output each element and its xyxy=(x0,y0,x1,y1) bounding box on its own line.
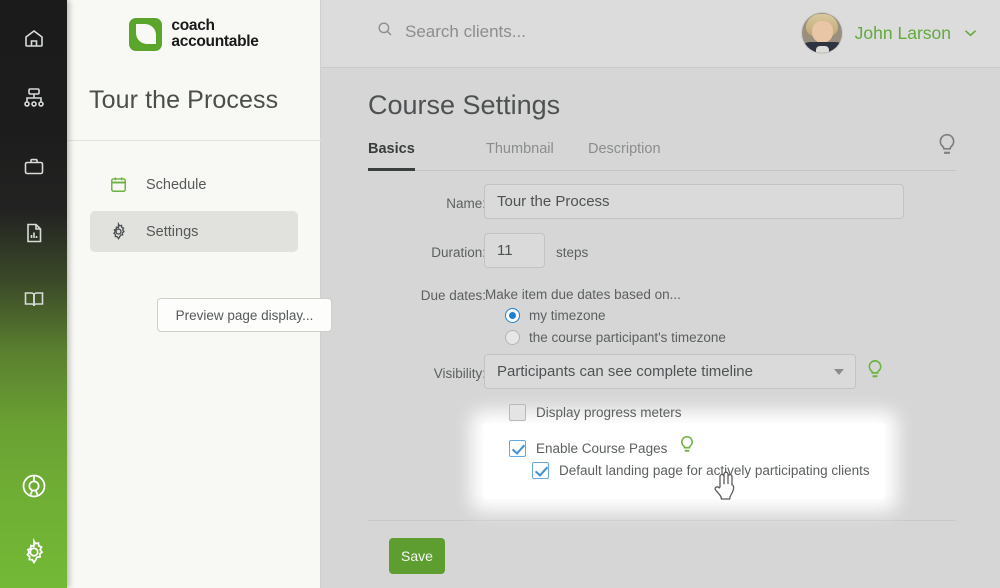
name-label: Name: xyxy=(446,196,486,211)
logo-line-2: accountable xyxy=(171,33,259,50)
app-root: coach accountable Tour the Process Sched… xyxy=(0,0,1000,588)
checkbox-enable-course-pages[interactable]: Enable Course Pages xyxy=(509,434,697,462)
sidebar-item-label: Settings xyxy=(146,223,199,240)
duration-label: Duration: xyxy=(431,245,486,260)
org-chart-icon[interactable] xyxy=(0,78,67,118)
user-menu[interactable]: John Larson xyxy=(801,13,977,53)
visibility-label: Visibility: xyxy=(433,366,486,381)
lifebuoy-icon[interactable] xyxy=(0,466,67,506)
chevron-down-icon xyxy=(834,368,844,375)
radio-label: the course participant's timezone xyxy=(529,330,726,345)
chevron-down-icon xyxy=(964,26,977,40)
save-button[interactable]: Save xyxy=(389,538,445,574)
checkbox-label: Default landing page for actively partic… xyxy=(559,463,870,478)
home-icon[interactable] xyxy=(0,18,67,58)
radio-indicator xyxy=(505,308,520,323)
course-title: Tour the Process xyxy=(89,86,279,114)
tab-description[interactable]: Description xyxy=(588,136,661,171)
book-icon[interactable] xyxy=(0,279,67,319)
radio-indicator xyxy=(505,330,520,345)
duration-unit-label: steps xyxy=(556,245,589,260)
checkbox-indicator xyxy=(532,462,549,479)
radio-my-timezone[interactable]: my timezone xyxy=(505,308,606,323)
visibility-selected-value: Participants can see complete timeline xyxy=(497,363,753,380)
sidebar-item-label: Schedule xyxy=(146,176,207,193)
leaf-logo-icon xyxy=(129,17,163,51)
page-title: Course Settings xyxy=(368,90,561,120)
footer-divider xyxy=(368,520,956,521)
left-icon-rail xyxy=(0,0,67,588)
main-content: Course Settings Basics Thumbnail Descrip… xyxy=(321,68,1000,588)
calendar-icon xyxy=(108,175,128,195)
radio-label: my timezone xyxy=(529,308,606,323)
checkbox-display-progress-meters[interactable]: Display progress meters xyxy=(509,404,682,421)
lightbulb-icon[interactable] xyxy=(934,132,960,165)
checkbox-indicator xyxy=(509,404,526,421)
search-icon xyxy=(376,20,394,43)
duration-input[interactable] xyxy=(484,233,545,268)
tab-thumbnail[interactable]: Thumbnail xyxy=(486,136,554,171)
top-bar: Search clients... John Larson xyxy=(321,0,1000,68)
sidebar-item-schedule[interactable]: Schedule xyxy=(90,164,298,205)
briefcase-icon[interactable] xyxy=(0,147,67,187)
panel-divider xyxy=(67,140,321,141)
checkbox-label: Display progress meters xyxy=(536,405,682,420)
sidebar-item-settings[interactable]: Settings xyxy=(90,211,298,252)
checkbox-indicator xyxy=(509,439,526,457)
name-input[interactable] xyxy=(484,184,904,219)
report-chart-icon[interactable] xyxy=(0,213,67,253)
avatar xyxy=(801,13,842,53)
search-input[interactable]: Search clients... xyxy=(376,20,526,43)
checkbox-default-landing-page[interactable]: Default landing page for actively partic… xyxy=(532,462,870,479)
due-dates-label: Due dates: xyxy=(420,288,486,303)
lightbulb-icon[interactable] xyxy=(864,358,886,388)
user-name: John Larson xyxy=(854,22,951,43)
course-side-panel: coach accountable Tour the Process Sched… xyxy=(67,0,332,588)
due-dates-helper: Make item due dates based on... xyxy=(485,287,681,302)
gear-icon xyxy=(108,222,128,242)
lightbulb-icon[interactable] xyxy=(677,434,697,462)
tab-bar: Basics Thumbnail Description xyxy=(368,133,956,171)
visibility-select[interactable]: Participants can see complete timeline xyxy=(484,354,856,389)
search-placeholder: Search clients... xyxy=(405,21,526,41)
checkbox-label: Enable Course Pages xyxy=(536,440,668,456)
tab-basics[interactable]: Basics xyxy=(368,136,415,171)
gear-icon[interactable] xyxy=(0,532,67,572)
preview-page-display-button[interactable]: Preview page display... xyxy=(157,298,332,332)
radio-participant-timezone[interactable]: the course participant's timezone xyxy=(505,330,726,345)
brand-logo[interactable]: coach accountable xyxy=(67,0,321,68)
logo-line-1: coach xyxy=(171,17,215,35)
